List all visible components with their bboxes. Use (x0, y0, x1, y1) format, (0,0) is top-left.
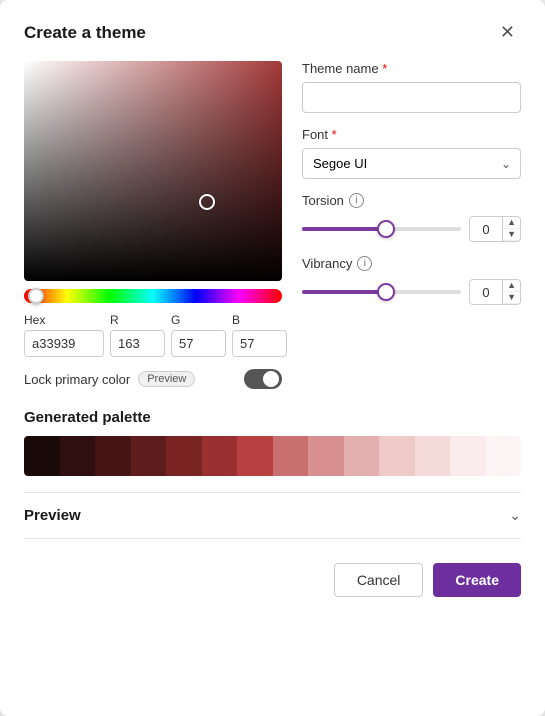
main-content: Hex R G B Lock primary color Pre (24, 61, 521, 389)
torsion-label-row: Torsion i (302, 193, 521, 208)
toggle-knob (263, 371, 279, 387)
preview-section: Preview ⌄ (24, 492, 521, 539)
r-col: R (110, 313, 165, 357)
g-label: G (171, 313, 226, 327)
palette-swatch[interactable] (95, 436, 131, 476)
preview-badge: Preview (138, 371, 195, 387)
palette-swatch[interactable] (24, 436, 60, 476)
vibrancy-label-row: Vibrancy i (302, 256, 521, 271)
palette-swatch[interactable] (60, 436, 96, 476)
vibrancy-info-icon: i (357, 256, 372, 271)
font-select-wrap: Segoe UI Arial Calibri Verdana ⌄ (302, 148, 521, 179)
torsion-label: Torsion (302, 193, 344, 208)
torsion-up-button[interactable]: ▲ (503, 217, 520, 229)
theme-name-label: Theme name * (302, 61, 521, 76)
dialog-footer: Cancel Create (24, 563, 521, 597)
palette-swatch[interactable] (237, 436, 273, 476)
cancel-button[interactable]: Cancel (334, 563, 424, 597)
left-panel: Hex R G B Lock primary color Pre (24, 61, 282, 389)
color-picker-area[interactable] (24, 61, 282, 281)
vibrancy-spinner: ▲ ▼ (469, 279, 521, 305)
torsion-slider-row: ▲ ▼ (302, 216, 521, 242)
preview-section-title: Preview (24, 507, 81, 524)
g-col: G (171, 313, 226, 357)
generated-palette: Generated palette (24, 409, 521, 476)
vibrancy-up-button[interactable]: ▲ (503, 280, 520, 292)
b-label: B (232, 313, 287, 327)
palette-swatch[interactable] (379, 436, 415, 476)
torsion-section: Torsion i ▲ ▼ (302, 193, 521, 242)
torsion-down-button[interactable]: ▼ (503, 229, 520, 241)
font-required: * (332, 127, 337, 142)
hex-input[interactable] (24, 330, 104, 357)
b-col: B (232, 313, 287, 357)
palette-swatch[interactable] (486, 436, 522, 476)
hue-thumb (28, 288, 44, 304)
preview-header[interactable]: Preview ⌄ (24, 493, 521, 538)
vibrancy-slider-row: ▲ ▼ (302, 279, 521, 305)
r-label: R (110, 313, 165, 327)
lock-label: Lock primary color (24, 372, 130, 387)
hex-label: Hex (24, 313, 104, 327)
palette-swatch[interactable] (166, 436, 202, 476)
hue-slider[interactable] (24, 289, 282, 303)
vibrancy-section: Vibrancy i ▲ ▼ (302, 256, 521, 305)
vibrancy-track[interactable] (302, 290, 461, 294)
vibrancy-down-button[interactable]: ▼ (503, 292, 520, 304)
font-select[interactable]: Segoe UI Arial Calibri Verdana (302, 148, 521, 179)
hue-slider-wrap (24, 289, 282, 303)
palette-swatch[interactable] (273, 436, 309, 476)
g-input[interactable] (171, 330, 226, 357)
theme-name-input[interactable] (302, 82, 521, 113)
palette-swatch[interactable] (450, 436, 486, 476)
vibrancy-arrows: ▲ ▼ (502, 280, 520, 304)
close-button[interactable]: ✕ (494, 20, 521, 45)
theme-name-required: * (382, 61, 387, 76)
lock-row: Lock primary color Preview (24, 369, 282, 389)
vibrancy-thumb (377, 283, 395, 301)
hex-rgb-row: Hex R G B (24, 313, 282, 357)
create-button[interactable]: Create (433, 563, 521, 597)
vibrancy-value-input[interactable] (470, 280, 502, 304)
vibrancy-label: Vibrancy (302, 256, 352, 271)
hex-col: Hex (24, 313, 104, 357)
chevron-down-icon: ⌄ (509, 507, 521, 524)
torsion-arrows: ▲ ▼ (502, 217, 520, 241)
color-gradient (24, 61, 282, 281)
create-theme-dialog: Create a theme ✕ Hex R (0, 0, 545, 716)
palette-row (24, 436, 521, 476)
palette-swatch[interactable] (131, 436, 167, 476)
torsion-track[interactable] (302, 227, 461, 231)
dialog-title: Create a theme (24, 23, 146, 43)
palette-swatch[interactable] (415, 436, 451, 476)
palette-title: Generated palette (24, 409, 521, 426)
torsion-spinner: ▲ ▼ (469, 216, 521, 242)
font-label: Font * (302, 127, 521, 142)
palette-swatch[interactable] (344, 436, 380, 476)
lock-toggle[interactable] (244, 369, 282, 389)
dialog-header: Create a theme ✕ (24, 20, 521, 45)
torsion-info-icon: i (349, 193, 364, 208)
r-input[interactable] (110, 330, 165, 357)
palette-swatch[interactable] (308, 436, 344, 476)
palette-swatch[interactable] (202, 436, 238, 476)
b-input[interactable] (232, 330, 287, 357)
right-panel: Theme name * Font * Segoe UI Arial Calib… (302, 61, 521, 389)
torsion-thumb (377, 220, 395, 238)
torsion-value-input[interactable] (470, 217, 502, 241)
